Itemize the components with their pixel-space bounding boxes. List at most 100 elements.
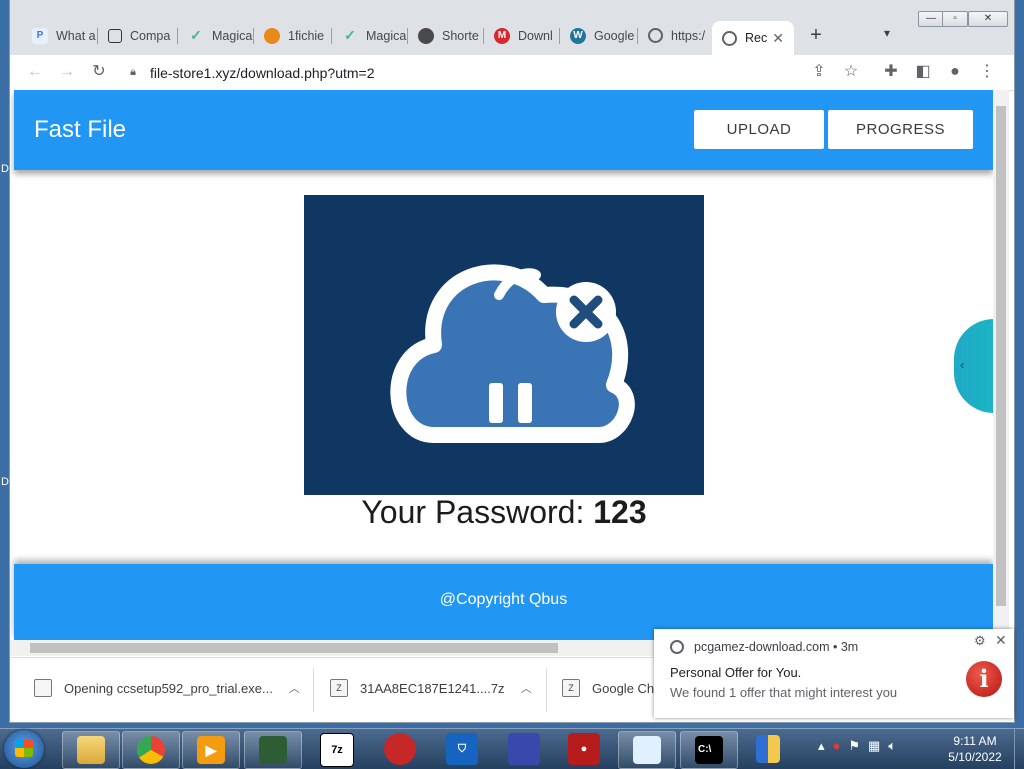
- info-icon: i: [966, 661, 1002, 697]
- play-icon: ▶: [197, 736, 225, 764]
- archive-file-icon: Z: [562, 679, 580, 697]
- wordpress-icon: W: [570, 27, 586, 44]
- chrome-icon: [137, 736, 165, 764]
- address-bar[interactable]: 🔒︎ file-store1.xyz/download.php?utm=2: [122, 58, 867, 87]
- tab-label: Compa: [130, 28, 171, 43]
- clock-date: 5/10/2022: [948, 750, 1002, 764]
- browser-tab[interactable]: ✓ Magica: [178, 21, 254, 50]
- taskbar-notepad[interactable]: [618, 731, 676, 769]
- close-icon[interactable]: ✕: [995, 632, 1007, 649]
- red-app-icon[interactable]: [384, 733, 416, 765]
- tab-search-chevron-icon[interactable]: ▾: [884, 26, 890, 40]
- browser-tab[interactable]: ✓ Magica: [332, 21, 408, 50]
- forward-icon[interactable]: →: [56, 61, 78, 83]
- notification-title: Personal Offer for You.: [670, 665, 802, 680]
- site-title[interactable]: Fast File: [34, 116, 126, 144]
- site-header: Fast File UPLOAD PROGRESS: [14, 90, 993, 170]
- download-item[interactable]: Opening ccsetup592_pro_trial.exe... ︿: [34, 668, 300, 708]
- side-panel-toggle[interactable]: ‹: [954, 319, 993, 413]
- download-label: Google Ch: [592, 680, 655, 696]
- desktop-icon-label: D: [1, 163, 9, 175]
- tray-flag-icon[interactable]: ⚑: [848, 738, 860, 754]
- password-label: Your Password:: [361, 494, 585, 530]
- vpn-shield-icon[interactable]: ⛉: [446, 733, 478, 765]
- orange-fruit-icon: [264, 27, 280, 44]
- notification-body: We found 1 offer that might interest you: [670, 685, 898, 700]
- taskbar-media-player[interactable]: ▶: [182, 731, 240, 769]
- taskbar-chrome[interactable]: [122, 731, 180, 769]
- browser-tab[interactable]: M Downl: [484, 21, 560, 50]
- browser-tab[interactable]: Shorte: [408, 21, 484, 50]
- screen-recorder-icon[interactable]: ●: [568, 733, 600, 765]
- progress-button[interactable]: PROGRESS: [828, 110, 973, 149]
- clock-time: 9:11 AM: [953, 734, 997, 748]
- chrome-logo-icon: [670, 640, 684, 654]
- globe-icon: [722, 30, 737, 46]
- network-icon[interactable]: ▦: [868, 738, 880, 754]
- browser-window: P What a Compa ✓ Magica 1fichie ✓ Magica…: [10, 0, 1014, 722]
- browser-tab[interactable]: Compa: [98, 21, 178, 50]
- cloud-error-icon: [390, 264, 635, 443]
- folder-icon: [77, 736, 105, 764]
- tab-label: Magica: [212, 28, 253, 43]
- page-viewport: Fast File UPLOAD PROGRESS Your Password:…: [10, 90, 993, 640]
- chevron-left-icon: ‹: [960, 357, 965, 372]
- taskbar: ▶ 7z ⛉ ● C:\ ▴ ● ⚑ ▦ 🔈︎ 9:11 AM 5/10/202…: [0, 728, 1024, 769]
- taskbar-file-explorer[interactable]: [62, 731, 120, 769]
- reload-icon[interactable]: ↻: [88, 61, 110, 83]
- chevron-up-icon[interactable]: ︿: [289, 680, 300, 696]
- vertical-scrollbar[interactable]: [993, 90, 1009, 640]
- menu-kebab-icon[interactable]: ⋮: [976, 61, 998, 83]
- password-text: Your Password: 123: [304, 494, 704, 531]
- close-window-button[interactable]: ✕: [968, 11, 1008, 27]
- side-panel-icon[interactable]: ◧: [912, 61, 934, 83]
- tray-expand-icon[interactable]: ▴: [818, 738, 825, 754]
- browser-tab[interactable]: https:/: [638, 21, 712, 50]
- tab-label: Google: [594, 28, 635, 43]
- copyright-text: @Copyright Qbus: [439, 591, 568, 608]
- minimize-button[interactable]: —: [918, 11, 944, 27]
- gear-icon[interactable]: ⚙: [974, 633, 986, 649]
- taskbar-task-manager[interactable]: [244, 731, 302, 769]
- show-desktop-button[interactable]: [1014, 729, 1024, 769]
- vue-logo-icon: ✓: [344, 27, 356, 43]
- start-button[interactable]: [4, 730, 44, 768]
- browser-tab-active[interactable]: Rec ✕: [712, 21, 794, 55]
- cmd-icon: C:\: [695, 736, 723, 764]
- bookmark-star-icon[interactable]: ☆: [840, 61, 862, 83]
- profile-avatar-icon[interactable]: ●: [944, 61, 966, 83]
- new-tab-button[interactable]: +: [805, 24, 827, 46]
- download-item[interactable]: Z Google Ch: [562, 668, 654, 708]
- share-icon[interactable]: ⇪: [808, 61, 830, 83]
- download-label: 31AA8EC187E1241....7z: [360, 680, 505, 696]
- clock[interactable]: 9:11 AM 5/10/2022: [940, 733, 1010, 765]
- browser-tab[interactable]: W Google: [560, 21, 638, 50]
- volume-icon[interactable]: 🔈︎: [888, 738, 896, 754]
- tab-label: https:/: [671, 28, 706, 43]
- chevron-up-icon[interactable]: ︿: [521, 680, 532, 696]
- file-icon: [34, 679, 52, 697]
- maximize-button[interactable]: ▫: [942, 11, 968, 27]
- image-app-icon[interactable]: [508, 733, 540, 765]
- taskbar-command-prompt[interactable]: C:\: [680, 731, 738, 769]
- tray-app-icon[interactable]: ●: [833, 738, 841, 754]
- address-url[interactable]: file-store1.xyz/download.php?utm=2: [150, 65, 375, 81]
- extensions-puzzle-icon[interactable]: ✚: [880, 61, 902, 83]
- upload-button[interactable]: UPLOAD: [694, 110, 824, 149]
- system-tray: ▴ ● ⚑ ▦ 🔈︎: [818, 738, 896, 754]
- lock-icon[interactable]: 🔒︎: [122, 66, 144, 79]
- back-icon[interactable]: ←: [24, 61, 46, 83]
- notification-popup[interactable]: pcgamez-download.com • 3m ⚙ ✕ Personal O…: [654, 629, 1014, 718]
- p-logo-icon: P: [32, 27, 48, 44]
- close-tab-icon[interactable]: ✕: [772, 30, 784, 47]
- browser-tab[interactable]: 1fichie: [254, 21, 332, 50]
- tab-label: 1fichie: [288, 28, 325, 43]
- download-item[interactable]: Z 31AA8EC187E1241....7z ︿: [330, 668, 532, 708]
- tab-label: What a: [56, 28, 96, 43]
- 7zip-icon[interactable]: 7z: [320, 733, 354, 767]
- security-shield-icon[interactable]: [756, 735, 780, 763]
- browser-tab[interactable]: P What a: [22, 21, 98, 50]
- tab-label: Rec: [745, 31, 768, 45]
- tab-strip: P What a Compa ✓ Magica 1fichie ✓ Magica…: [10, 0, 1014, 55]
- desktop-icon-label: D: [1, 476, 9, 488]
